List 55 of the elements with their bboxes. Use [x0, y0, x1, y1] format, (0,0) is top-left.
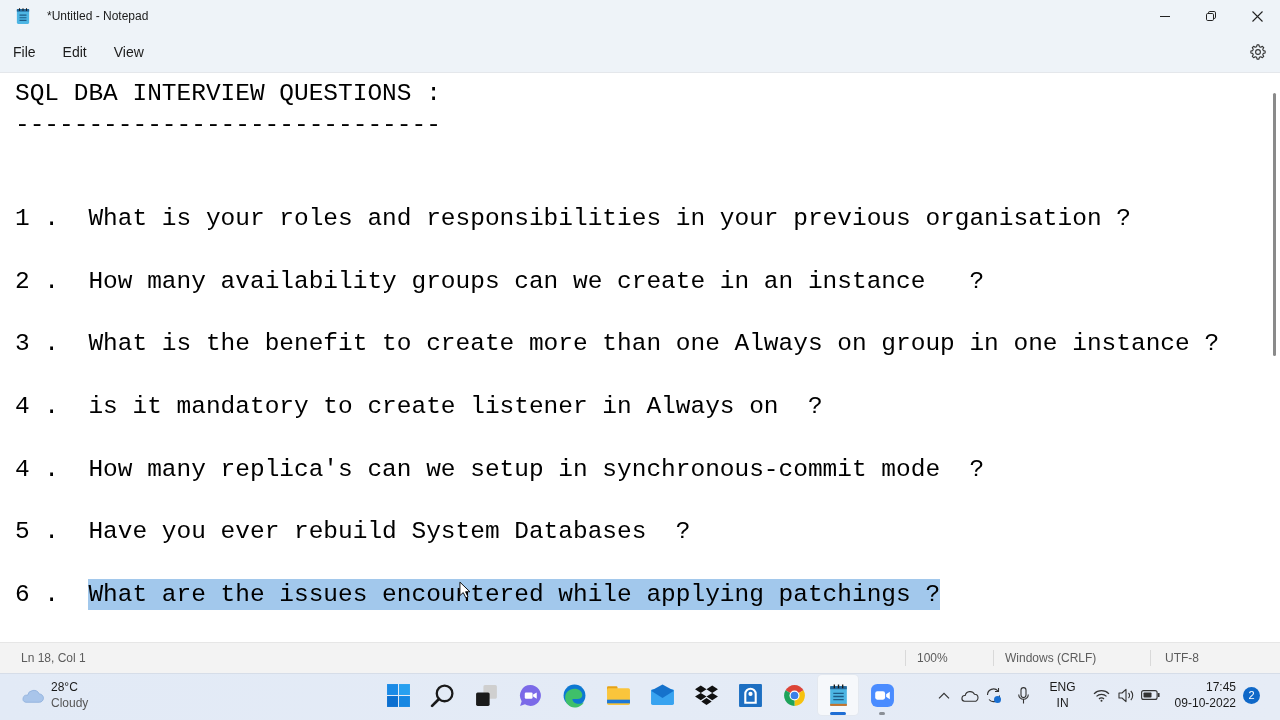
scrollbar-thumb[interactable]	[1273, 93, 1276, 356]
clock-date[interactable]: 09-10-2022	[1174, 695, 1236, 711]
question-text: What are the issues encountered while applying patchings ?	[88, 578, 941, 611]
heading-underline: -----------------------------	[15, 110, 441, 141]
settings-icon[interactable]	[1250, 44, 1266, 60]
restore-icon[interactable]	[1206, 11, 1216, 21]
input-language[interactable]: ENG	[1049, 679, 1076, 695]
color-wheel-icon	[781, 682, 807, 708]
zoom-level: 100%	[917, 651, 948, 665]
speaker-icon[interactable]	[1117, 687, 1135, 703]
mouse-pointer-icon	[459, 581, 471, 599]
text-encoding: UTF-8	[1165, 651, 1199, 665]
question-text: Have you ever rebuild System Databases ?	[88, 517, 691, 548]
overlapping-squares-icon	[473, 682, 499, 708]
question-number: 3 .	[15, 330, 60, 358]
envelope-icon	[649, 682, 675, 708]
cursor-position: Ln 18, Col 1	[21, 651, 86, 665]
question-text: How many replica's can we setup in synchronous-commit mode ?	[88, 454, 985, 485]
window-title: *Untitled - Notepad	[47, 9, 149, 23]
question-text: How many availability groups can we create in an instance ?	[88, 266, 985, 297]
notepad-icon	[16, 7, 30, 25]
weather-condition[interactable]: Cloudy	[51, 695, 89, 711]
question-text: What is the benefit to create more than one Always on group in one instance ?	[88, 329, 1220, 360]
video-camera-icon	[869, 682, 895, 708]
wifi-icon[interactable]	[1092, 688, 1110, 702]
arch-tile-icon	[737, 682, 763, 708]
question-number: 2 .	[15, 267, 60, 295]
menu-item[interactable]: File	[2, 38, 47, 66]
question-number: 4 .	[15, 392, 60, 420]
search-icon	[429, 682, 455, 708]
battery-icon[interactable]	[1140, 690, 1160, 700]
question-text: is it mandatory to create listener in Always on ?	[88, 391, 823, 422]
input-region[interactable]: IN	[1056, 695, 1069, 711]
microphone-icon[interactable]	[1017, 686, 1029, 704]
taskbar-button[interactable]	[818, 675, 858, 715]
line-ending: Windows (CRLF)	[1005, 651, 1097, 665]
clock-time[interactable]: 17:45	[1205, 679, 1236, 695]
weather-temperature[interactable]: 28°C	[51, 679, 89, 695]
close-icon[interactable]	[1251, 10, 1263, 22]
question-number: 6 .	[15, 580, 60, 608]
question-number: 1 .	[15, 205, 60, 233]
windows-logo-icon	[385, 682, 411, 708]
notification-badge[interactable]: 2	[1243, 686, 1260, 704]
question-number: 4 .	[15, 455, 60, 483]
menu-item[interactable]: Edit	[51, 38, 98, 66]
cloud-outline-icon[interactable]	[959, 688, 979, 702]
video-chat-bubble-icon	[517, 682, 543, 708]
document-heading: SQL DBA INTERVIEW QUESTIONS :	[15, 79, 441, 109]
sync-arrows-icon[interactable]	[984, 686, 1002, 704]
chevron-up-icon[interactable]	[937, 691, 950, 699]
question-text: What is your roles and responsibilities in your previous organisation ?	[88, 204, 1131, 235]
minimize-icon[interactable]	[1160, 15, 1170, 17]
swirl-globe-icon	[561, 682, 587, 708]
menu-item[interactable]: View	[102, 38, 155, 66]
question-number: 5 .	[15, 518, 60, 546]
